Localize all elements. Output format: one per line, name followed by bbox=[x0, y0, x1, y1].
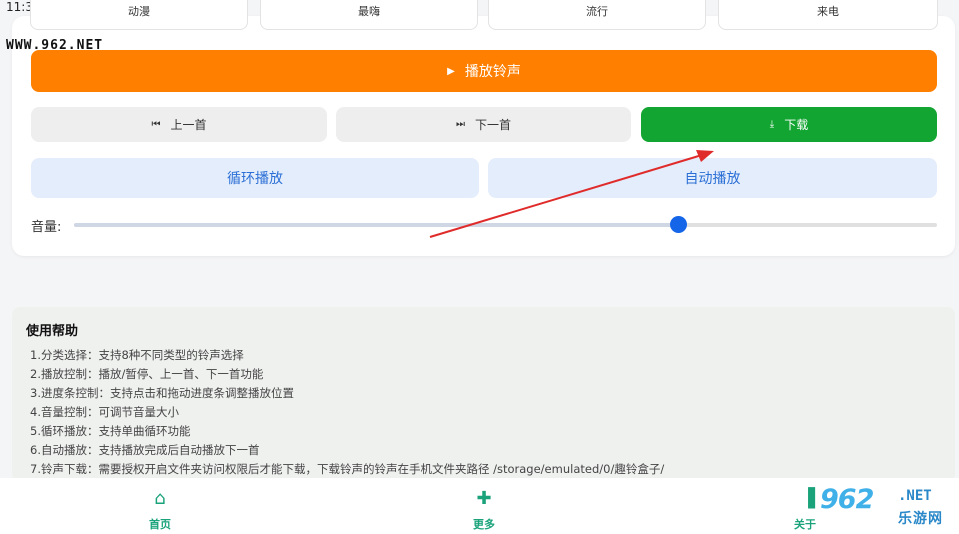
tab-home-label: 首页 bbox=[149, 518, 171, 531]
loop-label: 循环播放 bbox=[227, 171, 283, 187]
download-button[interactable]: ⤓ 下载 bbox=[641, 107, 937, 142]
prev-label: 上一首 bbox=[170, 118, 207, 132]
download-label: 下载 bbox=[784, 118, 809, 132]
play-icon: ▶ bbox=[447, 65, 455, 77]
help-item: 5.循环播放：支持单曲循环功能 bbox=[30, 424, 191, 438]
help-item: 4.音量控制：可调节音量大小 bbox=[30, 405, 179, 419]
volume-thumb[interactable] bbox=[670, 216, 688, 233]
tab-home[interactable]: ⌂ 首页 bbox=[130, 488, 190, 532]
logo-net: .NET bbox=[898, 488, 932, 504]
autoplay-button[interactable]: 自动播放 bbox=[488, 158, 937, 198]
next-button[interactable]: ⏭ 下一首 bbox=[336, 107, 631, 142]
category-row: 动漫 最嗨 流行 来电 bbox=[30, 0, 938, 30]
logo-sub: 乐游网 bbox=[898, 511, 943, 527]
tab-more[interactable]: ✚ 更多 bbox=[454, 488, 514, 532]
autoplay-label: 自动播放 bbox=[684, 171, 741, 187]
help-item: 1.分类选择：支持8种不同类型的铃声选择 bbox=[30, 348, 244, 362]
category-item[interactable]: 流行 bbox=[488, 0, 706, 30]
volume-label: 音量: bbox=[31, 220, 62, 235]
logo-number: 962 bbox=[820, 484, 874, 515]
category-item[interactable]: 动漫 bbox=[30, 0, 248, 30]
next-label: 下一首 bbox=[474, 118, 511, 132]
help-item: 7.铃声下载：需要授权开启文件夹访问权限后才能下载，下载铃声的铃声在手机文件夹路… bbox=[30, 462, 665, 476]
skip-previous-icon: ⏮ bbox=[151, 119, 161, 130]
loop-button[interactable]: 循环播放 bbox=[31, 158, 479, 198]
more-icon: ✚ bbox=[476, 488, 492, 509]
skip-next-icon: ⏭ bbox=[455, 119, 465, 130]
site-logo-watermark: 962 .NET 乐游网 bbox=[812, 484, 957, 530]
help-title: 使用帮助 bbox=[26, 324, 79, 339]
volume-slider[interactable] bbox=[74, 216, 937, 233]
category-item[interactable]: 最嗨 bbox=[260, 0, 478, 30]
play-label: 播放铃声 bbox=[464, 64, 521, 80]
help-item: 3.进度条控制：支持点击和拖动进度条调整播放位置 bbox=[30, 386, 294, 400]
home-icon: ⌂ bbox=[154, 488, 166, 509]
category-item[interactable]: 来电 bbox=[718, 0, 938, 30]
prev-button[interactable]: ⏮ 上一首 bbox=[31, 107, 327, 142]
help-panel: 使用帮助 1.分类选择：支持8种不同类型的铃声选择 2.播放控制：播放/暂停、上… bbox=[12, 307, 955, 482]
volume-fill bbox=[74, 223, 679, 227]
help-item: 6.自动播放：支持播放完成后自动播放下一首 bbox=[30, 443, 260, 457]
play-button[interactable]: ▶ 播放铃声 bbox=[31, 50, 937, 92]
help-item: 2.播放控制：播放/暂停、上一首、下一首功能 bbox=[30, 367, 264, 381]
help-list: 1.分类选择：支持8种不同类型的铃声选择 2.播放控制：播放/暂停、上一首、下一… bbox=[30, 346, 664, 479]
download-icon: ⤓ bbox=[769, 119, 775, 130]
tab-more-label: 更多 bbox=[473, 518, 495, 531]
